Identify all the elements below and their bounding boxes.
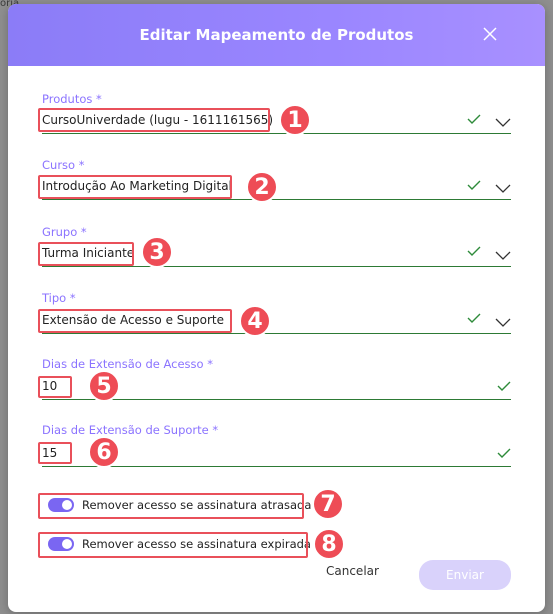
send-button[interactable]: Enviar: [419, 560, 511, 590]
step-badge-5: 5: [88, 370, 120, 402]
close-icon: [483, 27, 497, 41]
check-icon: [467, 180, 481, 190]
dias-suporte-label: Dias de Extensão de Suporte *: [42, 423, 219, 437]
modal-header: Editar Mapeamento de Produtos: [8, 4, 545, 66]
tipo-underline: [42, 333, 511, 334]
step-badge-8: 8: [313, 528, 345, 560]
cancel-button[interactable]: Cancelar: [326, 564, 379, 578]
chevron-down-icon[interactable]: [495, 318, 511, 327]
callout-box-3: [38, 242, 134, 266]
callout-box-5: [38, 376, 72, 398]
callout-box-7: [38, 493, 304, 519]
tipo-label: Tipo *: [42, 291, 76, 305]
grupo-underline: [42, 266, 511, 267]
check-icon: [467, 313, 481, 323]
check-icon: [497, 448, 511, 458]
callout-box-1: [38, 108, 270, 132]
produtos-label: Produtos *: [42, 92, 102, 106]
step-badge-1: 1: [279, 104, 311, 136]
check-icon: [467, 114, 481, 124]
produtos-underline: [42, 133, 511, 134]
modal-title: Editar Mapeamento de Produtos: [139, 26, 414, 44]
callout-box-6: [38, 442, 72, 464]
step-badge-6: 6: [88, 436, 120, 468]
chevron-down-icon[interactable]: [495, 184, 511, 193]
check-icon: [497, 381, 511, 391]
step-badge-2: 2: [246, 171, 278, 203]
curso-label: Curso *: [42, 158, 85, 172]
step-badge-7: 7: [312, 488, 344, 520]
close-button[interactable]: [483, 27, 499, 43]
grupo-label: Grupo *: [42, 225, 87, 239]
check-icon: [467, 246, 481, 256]
chevron-down-icon[interactable]: [495, 251, 511, 260]
callout-box-4: [38, 309, 232, 333]
curso-underline: [42, 199, 511, 200]
callout-box-8: [38, 532, 308, 558]
step-badge-4: 4: [239, 305, 271, 337]
dias-suporte-underline: [42, 466, 511, 467]
chevron-down-icon[interactable]: [495, 118, 511, 127]
edit-product-mapping-modal: Editar Mapeamento de Produtos Produtos *…: [8, 4, 545, 612]
dias-acesso-label: Dias de Extensão de Acesso *: [42, 357, 213, 371]
callout-box-2: [38, 175, 232, 199]
step-badge-3: 3: [141, 236, 173, 268]
